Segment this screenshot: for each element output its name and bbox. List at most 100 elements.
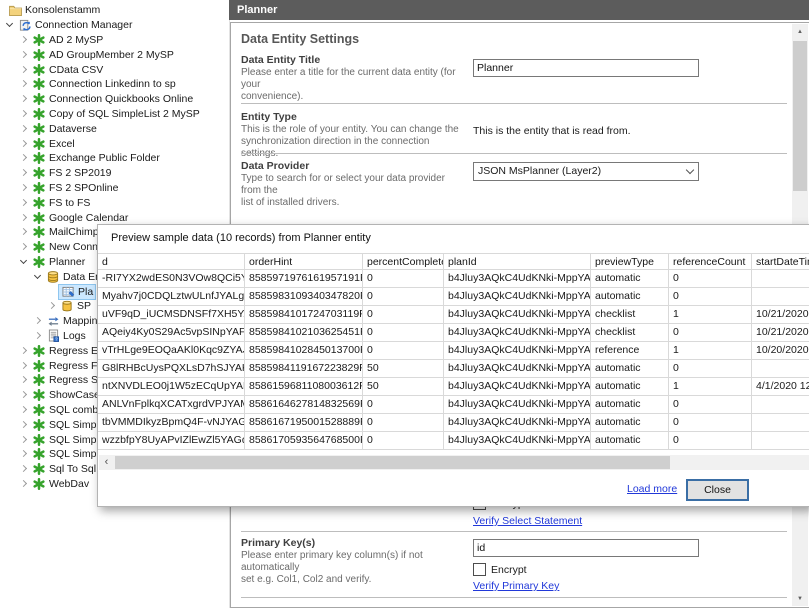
- chevron-down-icon[interactable]: [18, 256, 30, 268]
- table-cell: b4Jluy3AQkC4UdKNki-MppYAATXf: [444, 342, 591, 360]
- tree-item-connection-linkedinn-to-sp[interactable]: Connection Linkedinn to sp: [0, 77, 226, 92]
- scroll-down-icon[interactable]: ▼: [792, 591, 808, 606]
- tree-item-ad-groupmember-2-mysp[interactable]: AD GroupMember 2 MySP: [0, 47, 226, 62]
- tree-item-fs-2-sponline[interactable]: FS 2 SPOnline: [0, 181, 226, 196]
- tree-item-konsolenstamm[interactable]: Konsolenstamm: [0, 3, 226, 18]
- close-button[interactable]: Close: [686, 479, 749, 501]
- tree-item-label: FS 2 SP2019: [49, 166, 111, 180]
- column-header[interactable]: referenceCount: [669, 253, 752, 270]
- chevron-right-icon[interactable]: [18, 152, 30, 164]
- table-cell: 10/21/2020 1: [752, 306, 809, 324]
- tree-item-content: SQL Simple: [30, 447, 107, 461]
- chevron-right-icon[interactable]: [18, 404, 30, 416]
- connection-icon: [32, 48, 46, 62]
- tree-item-label: SQL comb: [49, 403, 98, 417]
- chevron-right-icon[interactable]: [18, 64, 30, 76]
- table-cell: 8585984101724703119P/: [245, 306, 363, 324]
- chevron-right-icon[interactable]: [18, 93, 30, 105]
- folder-icon: [8, 3, 22, 17]
- chevron-right-icon[interactable]: [18, 360, 30, 372]
- tree-item-connection-manager[interactable]: Connection Manager: [0, 18, 226, 33]
- column-header[interactable]: orderHint: [245, 253, 363, 270]
- scrollbar-thumb[interactable]: [115, 456, 670, 469]
- chevron-right-icon[interactable]: [18, 463, 30, 475]
- horizontal-scrollbar[interactable]: ‹: [99, 455, 809, 470]
- tree-item-dataverse[interactable]: Dataverse: [0, 121, 226, 136]
- tree-item-fs-to-fs[interactable]: FS to FS: [0, 195, 226, 210]
- tree-item-content: Connection Linkedinn to sp: [30, 77, 178, 91]
- chevron-right-icon[interactable]: [18, 241, 30, 253]
- chevron-right-icon[interactable]: [18, 434, 30, 446]
- divider: [241, 531, 787, 532]
- connection-icon: [32, 166, 46, 180]
- chevron-right-icon[interactable]: [18, 448, 30, 460]
- tree-item-cdata-csv[interactable]: CData CSV: [0, 62, 226, 77]
- table-cell: 0: [669, 270, 752, 288]
- primary-key-input[interactable]: [473, 539, 699, 557]
- chevron-right-icon[interactable]: [18, 123, 30, 135]
- load-more-link[interactable]: Load more: [627, 483, 677, 495]
- encrypt-checkbox[interactable]: [473, 563, 486, 576]
- tree-item-google-calendar[interactable]: Google Calendar: [0, 210, 226, 225]
- chevron-right-icon[interactable]: [32, 330, 44, 342]
- table-cell: 0: [363, 306, 444, 324]
- chevron-right-icon[interactable]: [18, 49, 30, 61]
- chevron-right-icon[interactable]: [18, 138, 30, 150]
- chevron-right-icon[interactable]: [32, 315, 44, 327]
- chevron-right-icon[interactable]: [18, 78, 30, 90]
- tree-item-ad-2-mysp[interactable]: AD 2 MySP: [0, 33, 226, 48]
- table-cell: Myahv7j0CDQLztwULnfJYALga3: [98, 288, 245, 306]
- connection-icon: [32, 403, 46, 417]
- entity-type-label: Entity Type: [241, 111, 297, 123]
- table-cell: [752, 360, 809, 378]
- chevron-right-icon[interactable]: [18, 167, 30, 179]
- chevron-right-icon[interactable]: [18, 345, 30, 357]
- table-cell: b4Jluy3AQkC4UdKNki-MppYAATXf: [444, 306, 591, 324]
- verify-select-statement-link[interactable]: Verify Select Statement: [473, 515, 582, 527]
- chevron-down-icon[interactable]: [32, 271, 44, 283]
- chevron-right-icon[interactable]: [18, 478, 30, 490]
- table-cell: automatic: [591, 270, 669, 288]
- column-header[interactable]: planId: [444, 253, 591, 270]
- chevron-right-icon[interactable]: [18, 108, 30, 120]
- divider: [241, 597, 787, 598]
- tree-item-connection-quickbooks-online[interactable]: Connection Quickbooks Online: [0, 92, 226, 107]
- scroll-up-icon[interactable]: ▲: [792, 24, 808, 39]
- entity-type-value: This is the entity that is read from.: [473, 125, 631, 137]
- table-cell: [752, 270, 809, 288]
- chevron-right-icon[interactable]: [18, 419, 30, 431]
- chevron-right-icon[interactable]: [18, 34, 30, 46]
- tree-item-exchange-public-folder[interactable]: Exchange Public Folder: [0, 151, 226, 166]
- chevron-right-icon[interactable]: [18, 374, 30, 386]
- tree-item-label: Excel: [49, 137, 75, 151]
- chevron-down-icon[interactable]: [4, 19, 16, 31]
- chevron-right-icon[interactable]: [18, 182, 30, 194]
- data-provider-select[interactable]: JSON MsPlanner (Layer2): [473, 162, 699, 181]
- tree-item-copy-of-sql-simplelist-2-mysp[interactable]: Copy of SQL SimpleList 2 MySP: [0, 107, 226, 122]
- chevron-right-icon[interactable]: [46, 300, 58, 312]
- column-header[interactable]: d: [98, 253, 245, 270]
- chevron-right-icon[interactable]: [18, 226, 30, 238]
- connection-icon: [32, 433, 46, 447]
- connection-icon: [32, 477, 46, 491]
- tree-item-excel[interactable]: Excel: [0, 136, 226, 151]
- connection-icon: [32, 92, 46, 106]
- column-header[interactable]: percentComplete: [363, 253, 444, 270]
- tree-item-content: MailChimp: [30, 225, 101, 239]
- column-header[interactable]: startDateTime: [752, 253, 809, 270]
- tree-item-fs-2-sp2019[interactable]: FS 2 SP2019: [0, 166, 226, 181]
- table-cell: automatic: [591, 396, 669, 414]
- chevron-right-icon[interactable]: [18, 389, 30, 401]
- verify-primary-key-link[interactable]: Verify Primary Key: [473, 580, 559, 592]
- chevron-right-icon[interactable]: [18, 197, 30, 209]
- column-header[interactable]: previewType: [591, 253, 669, 270]
- scroll-left-icon[interactable]: ‹: [99, 455, 114, 470]
- tree-item-content: Dataverse: [30, 122, 99, 136]
- data-entity-title-input[interactable]: [473, 59, 699, 77]
- chevron-right-icon[interactable]: [18, 212, 30, 224]
- tree-item-content: FS 2 SP2019: [30, 166, 113, 180]
- table-cell: checklist: [591, 324, 669, 342]
- scrollbar-thumb[interactable]: [793, 41, 807, 191]
- table-cell: automatic: [591, 288, 669, 306]
- connection-icon: [32, 122, 46, 136]
